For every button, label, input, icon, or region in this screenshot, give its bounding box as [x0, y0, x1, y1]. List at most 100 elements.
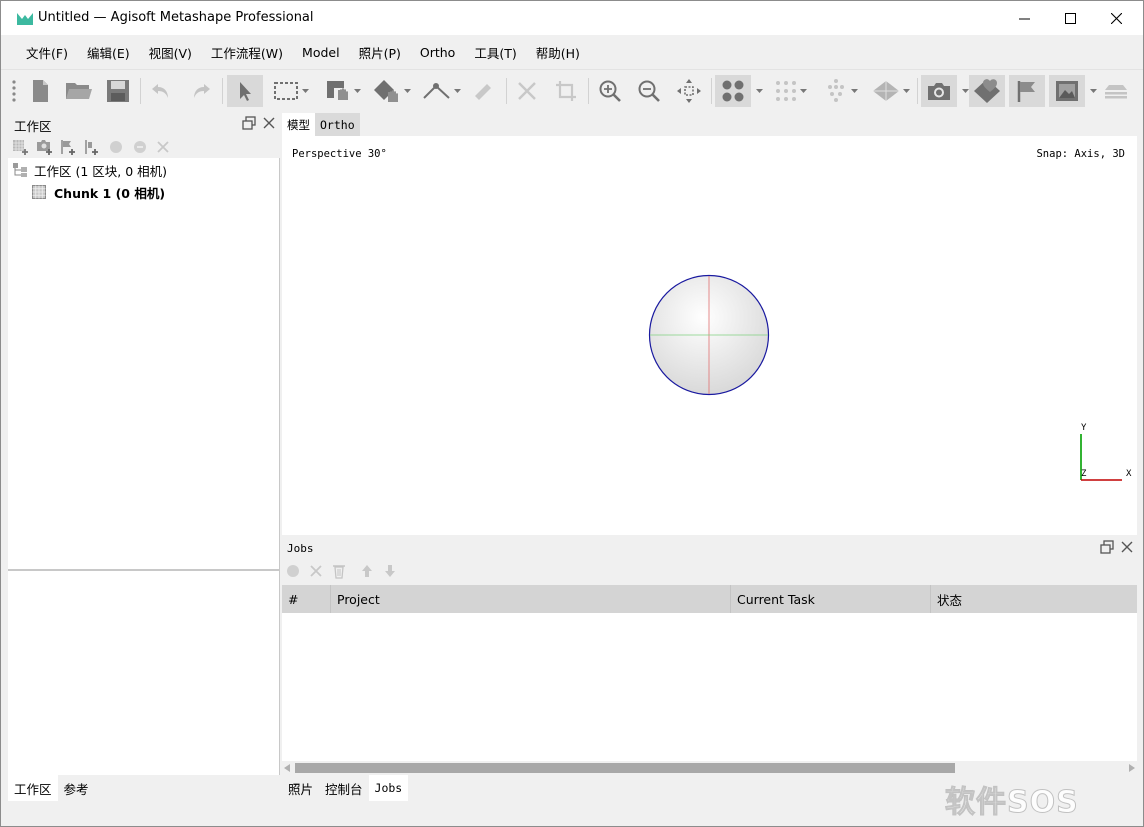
jobs-table-body [282, 613, 1137, 761]
chevron-down-icon[interactable] [1090, 89, 1097, 93]
remove-item-icon[interactable] [155, 139, 171, 155]
show-images-toggle[interactable] [1049, 75, 1085, 107]
show-markers-toggle[interactable] [1009, 75, 1045, 107]
tab-reference[interactable]: 参考 [58, 775, 95, 801]
app-window: Untitled — Agisoft Metashape Professiona… [0, 0, 1144, 827]
menu-edit[interactable]: 编辑(E) [78, 43, 140, 62]
crop-selection-button[interactable] [552, 75, 580, 107]
tab-console[interactable]: 控制台 [319, 775, 369, 801]
trash-icon[interactable] [331, 563, 347, 579]
menu-tools[interactable]: 工具(T) [465, 43, 526, 62]
close-panel-icon[interactable] [262, 116, 276, 130]
close-panel-icon[interactable] [1120, 540, 1134, 554]
chevron-down-icon [799, 89, 807, 93]
show-layers-button[interactable] [1101, 75, 1131, 107]
scrollbar-thumb[interactable] [295, 763, 955, 773]
maximize-button[interactable] [1047, 1, 1093, 35]
menu-workflow[interactable]: 工作流程(W) [202, 43, 293, 62]
disable-item-icon[interactable] [132, 139, 148, 155]
show-shapes-toggle[interactable] [969, 75, 1005, 107]
watermark-text: 软件SOS [945, 785, 1079, 821]
toolbar-separator [506, 78, 507, 104]
depth-maps-button[interactable] [817, 75, 863, 107]
toolbar-grip-icon[interactable] [12, 79, 16, 105]
menu-view[interactable]: 视图(V) [140, 43, 202, 62]
minimize-button[interactable] [1001, 1, 1047, 35]
trackball-sphere[interactable] [648, 274, 770, 396]
flag-marker-icon [1017, 81, 1035, 102]
menu-model[interactable]: Model [293, 45, 350, 60]
layers-icon [1105, 85, 1127, 99]
column-project[interactable]: Project [331, 585, 731, 613]
enable-item-icon[interactable] [108, 139, 124, 155]
tab-photos[interactable]: 照片 [282, 775, 319, 801]
new-document-icon [33, 80, 48, 102]
view-tabs: 模型 Ortho [282, 113, 1137, 136]
chunk-grid-icon [32, 185, 46, 199]
ruler-tool-button[interactable] [417, 75, 465, 107]
redo-icon [194, 84, 210, 98]
cancel-job-icon[interactable] [308, 563, 324, 579]
crop-icon [556, 81, 576, 101]
snap-label: Snap: Axis, 3D [1036, 148, 1125, 160]
menu-ortho[interactable]: Ortho [411, 45, 465, 60]
column-current-task[interactable]: Current Task [731, 585, 931, 613]
dense-cloud-button[interactable] [767, 75, 813, 107]
column-status[interactable]: 状态 [931, 585, 1137, 613]
show-cameras-toggle[interactable] [921, 75, 957, 107]
left-dock-tabs: 工作区 参考 [8, 775, 280, 801]
reset-view-button[interactable] [674, 75, 704, 107]
move-down-icon[interactable] [382, 563, 398, 579]
delete-selection-button[interactable] [513, 75, 541, 107]
zoom-out-button[interactable] [635, 75, 663, 107]
column-number[interactable]: # [282, 585, 331, 613]
chevron-down-icon[interactable] [962, 89, 969, 93]
undo-button[interactable] [147, 75, 175, 107]
tree-item-workspace[interactable]: 工作区 (1 区块, 0 相机) [12, 160, 167, 180]
menu-file[interactable]: 文件(F) [17, 43, 78, 62]
tree-item-chunk[interactable]: Chunk 1 (0 相机) [32, 182, 165, 202]
scroll-right-icon[interactable] [1128, 764, 1135, 772]
close-button[interactable] [1093, 1, 1139, 35]
move-up-icon[interactable] [359, 563, 375, 579]
tab-model[interactable]: 模型 [282, 113, 315, 136]
chevron-down-icon [301, 89, 309, 93]
save-project-button[interactable] [103, 75, 133, 107]
add-chunk-icon[interactable] [12, 139, 28, 155]
float-panel-icon[interactable] [242, 116, 256, 130]
open-folder-icon [66, 83, 92, 99]
add-scalebar-icon[interactable] [82, 139, 98, 155]
rectangle-selection-button[interactable] [267, 75, 313, 107]
model-shading-button[interactable] [865, 75, 915, 107]
start-job-icon[interactable] [285, 563, 301, 579]
save-disk-icon [107, 80, 129, 102]
menu-photo[interactable]: 照片(P) [350, 43, 411, 62]
open-project-button[interactable] [63, 75, 95, 107]
rotate-object-button[interactable] [367, 75, 415, 107]
cursor-arrow-icon [240, 82, 251, 101]
resize-region-button[interactable] [319, 75, 365, 107]
tab-jobs[interactable]: Jobs [368, 775, 409, 801]
tab-ortho[interactable]: Ortho [315, 113, 360, 136]
show-cameras-button[interactable] [715, 75, 751, 107]
tab-workspace[interactable]: 工作区 [8, 775, 58, 801]
new-project-button[interactable] [25, 75, 55, 107]
axis-x-label: X [1126, 469, 1132, 479]
navigation-tool-button[interactable] [227, 75, 263, 107]
redo-button[interactable] [187, 75, 215, 107]
chevron-down-icon[interactable] [756, 89, 763, 93]
toolbar-separator [140, 78, 141, 104]
chevron-down-icon [902, 89, 910, 93]
model-viewport[interactable]: Perspective 30° Snap: Axis, 3D Y X Z [282, 136, 1137, 535]
add-photos-icon[interactable] [36, 139, 52, 155]
zoom-in-button[interactable] [596, 75, 624, 107]
jobs-horizontal-scrollbar[interactable] [282, 761, 1137, 775]
scroll-left-icon[interactable] [284, 764, 291, 772]
perspective-label: Perspective 30° [292, 148, 387, 160]
add-marker-icon[interactable] [59, 139, 75, 155]
ruler-button[interactable] [469, 75, 497, 107]
float-panel-icon[interactable] [1100, 540, 1114, 554]
menu-help[interactable]: 帮助(H) [527, 43, 590, 62]
workspace-panel-title: 工作区 [14, 119, 52, 134]
delete-x-icon [518, 82, 536, 100]
